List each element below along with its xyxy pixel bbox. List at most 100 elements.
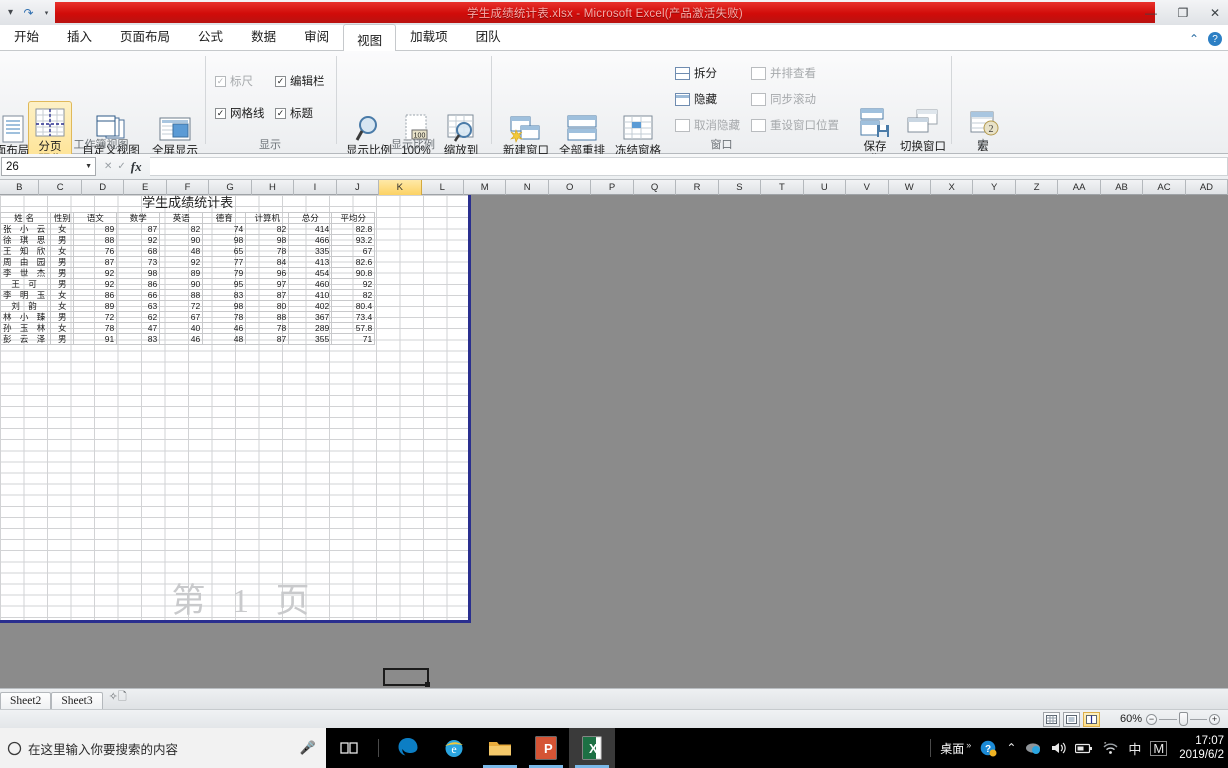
cell-score[interactable]: 86 <box>73 288 118 301</box>
cell-score[interactable]: 92 <box>331 277 376 290</box>
cell-score[interactable]: 87 <box>245 332 290 345</box>
cell-score[interactable]: 73 <box>116 255 161 268</box>
cell-name[interactable]: 李 明 玉 <box>0 288 52 301</box>
table-row[interactable]: 张 小 云女 89 87 82 74 82 414 82.8 <box>0 222 376 235</box>
split-row[interactable]: 拆分 <box>675 65 717 81</box>
zoom-out-button[interactable]: − <box>1146 713 1157 725</box>
cell-score[interactable]: 90 <box>159 233 204 246</box>
cell-score[interactable]: 87 <box>116 222 161 235</box>
sheet-tab-sheet2[interactable]: Sheet2 <box>0 691 52 710</box>
help-icon[interactable]: ? <box>1208 32 1222 46</box>
cell-gender[interactable]: 男 <box>50 255 75 268</box>
cell-score[interactable]: 74 <box>202 222 247 235</box>
column-header-S[interactable]: S <box>719 180 762 195</box>
column-header-G[interactable]: G <box>209 180 252 195</box>
cell-score[interactable]: 88 <box>159 288 204 301</box>
cell-gender[interactable]: 女 <box>50 299 75 312</box>
taskbar-search-box[interactable]: 在这里输入你要搜索的内容 🎤 <box>28 728 326 768</box>
edge-taskbar-icon[interactable] <box>385 728 431 768</box>
cell-gender[interactable]: 男 <box>50 233 75 246</box>
cell-score[interactable]: 97 <box>245 277 290 290</box>
zoom-track-right[interactable] <box>1189 718 1207 720</box>
ime-language-icon[interactable]: 中 <box>1128 739 1141 758</box>
overflow-chevron-icon[interactable]: » <box>966 740 971 750</box>
column-header-AB[interactable]: AB <box>1101 180 1144 195</box>
column-header-H[interactable]: H <box>252 180 295 195</box>
cell-score[interactable]: 89 <box>159 266 204 279</box>
column-header-I[interactable]: I <box>294 180 337 195</box>
cell-score[interactable]: 40 <box>159 321 204 334</box>
column-header-V[interactable]: V <box>846 180 889 195</box>
formula-bar-checkbox-row[interactable]: ✓ 编辑栏 <box>275 73 325 89</box>
table-row[interactable]: 王 知 欣女 76 68 48 65 78 335 67 <box>0 244 376 257</box>
headings-checkbox[interactable]: ✓ <box>275 107 286 119</box>
cell-name[interactable]: 王 知 欣 <box>0 244 52 257</box>
cell-gender[interactable]: 女 <box>50 222 75 235</box>
cell-score[interactable]: 63 <box>116 299 161 312</box>
cell-score[interactable]: 46 <box>202 321 247 334</box>
column-header-AA[interactable]: AA <box>1058 180 1101 195</box>
column-header-K[interactable]: K <box>379 180 422 195</box>
cell-score[interactable]: 466 <box>288 233 333 246</box>
column-header-B[interactable]: B <box>0 180 40 195</box>
cell-name[interactable]: 彭 云 泽 <box>0 332 52 345</box>
cell-score[interactable]: 82 <box>159 222 204 235</box>
tab-formulas[interactable]: 公式 <box>184 21 237 50</box>
cell-score[interactable]: 77 <box>202 255 247 268</box>
cell-score[interactable]: 98 <box>245 233 290 246</box>
help-tray-icon[interactable]: ? <box>980 740 997 757</box>
table-row[interactable]: 周 由 园男 87 73 92 77 84 413 82.6 <box>0 255 376 268</box>
cell-gender[interactable]: 男 <box>50 310 75 323</box>
cell-score[interactable]: 62 <box>116 310 161 323</box>
cell-score[interactable]: 67 <box>159 310 204 323</box>
column-header-D[interactable]: D <box>82 180 125 195</box>
cell-gender[interactable]: 女 <box>50 288 75 301</box>
column-header-J[interactable]: J <box>337 180 380 195</box>
cell-score[interactable]: 454 <box>288 266 333 279</box>
insert-worksheet-icon[interactable]: ✧🗋 <box>103 688 133 707</box>
tab-review[interactable]: 审阅 <box>290 21 343 50</box>
cell-score[interactable]: 84 <box>245 255 290 268</box>
cell-score[interactable]: 402 <box>288 299 333 312</box>
table-row[interactable]: 李 明 玉女 86 66 88 83 87 410 82 <box>0 288 376 301</box>
cell-score[interactable]: 95 <box>202 277 247 290</box>
undo-icon[interactable]: ↷ <box>21 5 36 20</box>
page-break-preview-button[interactable] <box>1083 711 1100 727</box>
column-header-X[interactable]: X <box>931 180 974 195</box>
column-header-Y[interactable]: Y <box>973 180 1016 195</box>
desktop-button[interactable]: 桌面 » <box>940 740 971 757</box>
cell-score[interactable]: 89 <box>73 299 118 312</box>
cell-name[interactable]: 李 世 杰 <box>0 266 52 279</box>
cell-score[interactable]: 48 <box>202 332 247 345</box>
cell-score[interactable]: 79 <box>202 266 247 279</box>
battery-icon[interactable] <box>1075 743 1093 754</box>
sheet-tab-sheet3[interactable]: Sheet3 <box>51 691 103 710</box>
column-header-AC[interactable]: AC <box>1143 180 1186 195</box>
cell-gender[interactable]: 男 <box>50 332 75 345</box>
name-box[interactable]: 26 ▼ <box>1 157 96 176</box>
network-sharing-icon[interactable] <box>1025 741 1042 755</box>
cell-score[interactable]: 82 <box>245 222 290 235</box>
table-row[interactable]: 林 小 臻男 72 62 67 78 88 367 73.4 <box>0 310 376 323</box>
cell-gender[interactable]: 女 <box>50 321 75 334</box>
zoom-slider-thumb[interactable] <box>1178 712 1188 726</box>
column-header-T[interactable]: T <box>761 180 804 195</box>
save-quick-icon[interactable]: ▾ <box>3 5 18 20</box>
cell-score[interactable]: 91 <box>73 332 118 345</box>
close-button[interactable]: ✕ <box>1206 6 1224 20</box>
table-row[interactable]: 徐 琪 思男 88 92 90 98 98 466 93.2 <box>0 233 376 246</box>
minimize-ribbon-icon[interactable]: ⌃ <box>1189 32 1199 46</box>
task-view-button[interactable] <box>326 728 372 768</box>
page-layout-view-button[interactable] <box>1063 711 1080 727</box>
cell-name[interactable]: 徐 琪 思 <box>0 233 52 246</box>
column-header-N[interactable]: N <box>506 180 549 195</box>
table-row[interactable]: 孙 玉 林女 78 47 40 46 78 289 57.8 <box>0 321 376 334</box>
ruler-checkbox[interactable]: ✓ <box>215 75 226 87</box>
zoom-in-button[interactable]: + <box>1209 713 1220 725</box>
cell-score[interactable]: 335 <box>288 244 333 257</box>
cell-score[interactable]: 92 <box>73 266 118 279</box>
cell-score[interactable]: 47 <box>116 321 161 334</box>
cell-score[interactable]: 289 <box>288 321 333 334</box>
taskbar-clock[interactable]: 17:07 2019/6/2 <box>1176 734 1224 762</box>
column-header-R[interactable]: R <box>676 180 719 195</box>
